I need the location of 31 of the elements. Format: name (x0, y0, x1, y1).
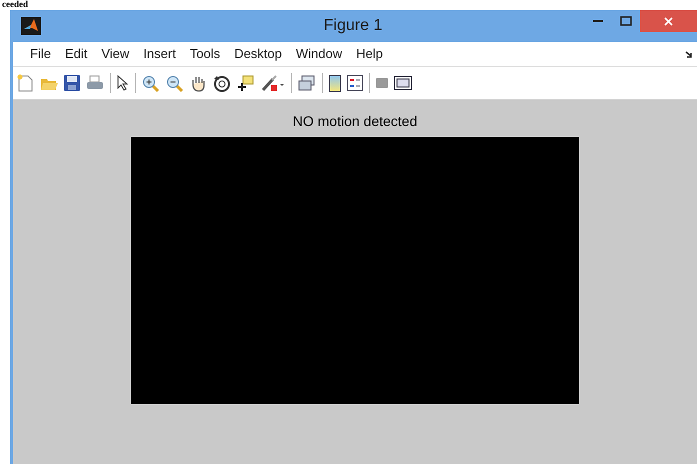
hand-icon[interactable] (190, 74, 207, 92)
menu-item[interactable]: Tools (182, 44, 228, 64)
window-title: Figure 1 (324, 16, 382, 36)
menu-item[interactable]: File (23, 44, 58, 64)
menu-item[interactable]: Help (349, 44, 390, 64)
brush-icon[interactable] (261, 74, 285, 92)
menu-item[interactable]: Desktop (227, 44, 289, 64)
close-icon (664, 16, 673, 26)
menu-item[interactable]: Edit (58, 44, 94, 64)
save-icon[interactable] (64, 75, 80, 91)
rotate-icon[interactable] (213, 74, 231, 92)
dock-arrow-icon (685, 50, 693, 58)
minimize-icon (593, 20, 603, 22)
menu-item[interactable]: Insert (136, 44, 183, 64)
new-file-icon[interactable] (17, 74, 34, 92)
legend-icon[interactable] (347, 75, 363, 91)
data-cursor-icon[interactable] (237, 74, 255, 92)
maximize-icon (620, 16, 632, 26)
app-logo-icon (21, 17, 41, 35)
menu-item[interactable]: Window (288, 44, 350, 64)
pointer-icon[interactable] (117, 75, 129, 91)
link-plot-icon[interactable] (298, 74, 316, 92)
zoom-out-icon[interactable] (166, 74, 184, 92)
show-tools-icon[interactable] (394, 76, 412, 90)
zoom-in-icon[interactable] (142, 74, 160, 92)
page-text-fragment: ceeded (2, 0, 28, 9)
close-button[interactable] (640, 10, 697, 32)
colorbar-icon[interactable] (329, 74, 341, 92)
figure-title: NO motion detected (292, 113, 418, 130)
menu-item[interactable]: View (94, 44, 136, 64)
printer-icon[interactable] (86, 75, 104, 91)
